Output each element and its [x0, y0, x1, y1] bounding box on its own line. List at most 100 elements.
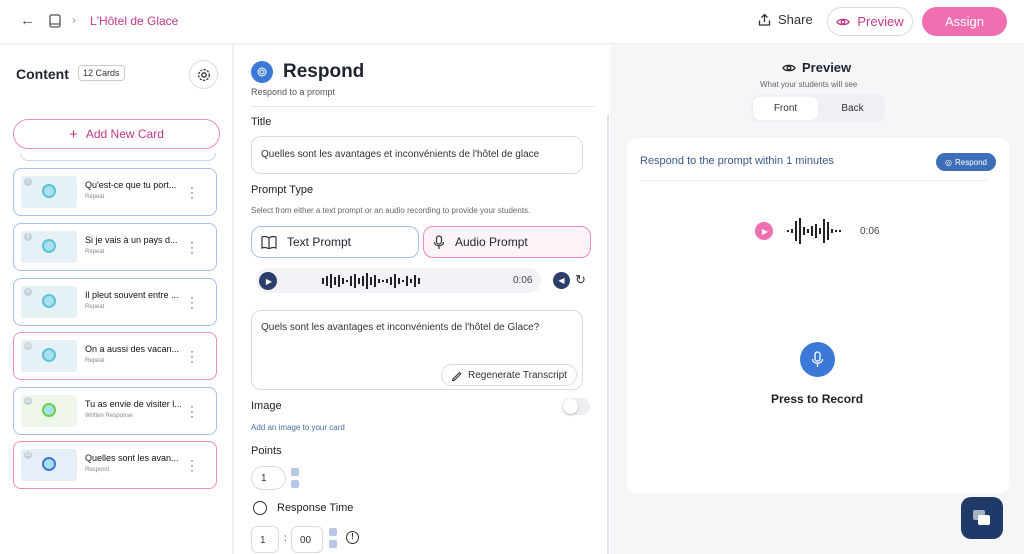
waveform-bar	[811, 226, 813, 236]
points-label: Points	[251, 445, 282, 457]
editor-subheading: Respond to a prompt	[251, 87, 336, 97]
seconds-increment[interactable]	[329, 528, 337, 536]
microphone-icon	[433, 234, 445, 249]
content-card[interactable]: 9 Il pleut souvent entre ... Repeat · · ·	[13, 278, 217, 326]
eye-icon	[836, 18, 851, 25]
share-icon	[758, 13, 771, 26]
minutes-input[interactable]: 1	[251, 526, 279, 553]
waveform-bar	[402, 280, 404, 282]
points-input[interactable]: 1	[251, 466, 286, 490]
eye-icon	[782, 64, 796, 71]
card-number: 8	[24, 233, 32, 241]
card-type-icon	[42, 457, 56, 471]
card-thumbnail: 9	[21, 286, 77, 318]
waveform-bar	[795, 221, 797, 241]
settings-button[interactable]	[189, 60, 218, 89]
content-card[interactable]: 7 Qu'est-ce que tu port... Repeat · · ·	[13, 168, 217, 216]
kebab-menu-icon[interactable]: · · ·	[190, 236, 194, 258]
card-number: 12	[24, 451, 32, 459]
share-label: Share	[778, 12, 813, 27]
respond-badge-label: Respond	[954, 157, 987, 167]
waveform-bar	[358, 278, 360, 284]
card-title: Si je vais à un pays d...	[85, 235, 178, 245]
refresh-icon[interactable]: ↻	[575, 272, 586, 288]
chevron-right-icon: ›	[72, 13, 76, 27]
kebab-menu-icon[interactable]: · · ·	[190, 291, 194, 313]
kebab-menu-icon[interactable]: · · ·	[190, 454, 194, 476]
info-icon[interactable]: !	[346, 531, 359, 544]
seconds-decrement[interactable]	[329, 540, 337, 548]
content-card[interactable]: 12 Quelles sont les avan... Respond · · ·	[13, 441, 217, 489]
points-decrement[interactable]	[291, 480, 299, 488]
respond-badge: ◎ Respond	[936, 153, 996, 171]
volume-button[interactable]: ◀	[553, 272, 570, 289]
text-prompt-option[interactable]: Text Prompt	[251, 226, 419, 258]
preview-label: Preview	[857, 14, 904, 29]
waveform-bar	[330, 274, 332, 288]
front-back-toggle: Front Back	[751, 95, 885, 122]
arrow-left-icon[interactable]: ←	[20, 12, 35, 29]
play-button[interactable]: ▶	[259, 272, 277, 290]
card-title: Quelles sont les avan...	[85, 453, 179, 463]
card-number: 7	[24, 178, 32, 186]
editor-scrollbar[interactable]	[607, 114, 609, 554]
waveform-bar	[819, 228, 821, 234]
waveform-bar	[414, 275, 416, 287]
top-bar: ← › L'Hôtel de Glace Share Preview Assig…	[0, 0, 1024, 44]
audio-prompt-label: Audio Prompt	[455, 235, 528, 249]
share-button[interactable]: Share	[758, 12, 813, 27]
divider	[640, 180, 988, 181]
add-image-link[interactable]: Add an image to your card	[251, 423, 345, 432]
card-number: 11	[24, 397, 32, 405]
breadcrumb[interactable]: L'Hôtel de Glace	[90, 14, 178, 28]
record-button[interactable]	[800, 342, 835, 377]
preview-prompt-text: Respond to the prompt within 1 minutes	[640, 155, 834, 167]
waveform-bar	[807, 229, 809, 233]
card-title: Tu as envie de visiter l...	[85, 399, 182, 409]
chat-icon	[973, 510, 990, 525]
card-stub	[20, 153, 216, 161]
fingerprint-icon	[257, 67, 267, 77]
back-tab[interactable]: Back	[820, 95, 885, 122]
title-input[interactable]: Quelles sont les avantages et inconvénie…	[251, 136, 583, 174]
play-icon: ▶	[761, 226, 769, 236]
waveform-bar	[410, 279, 412, 283]
card-thumbnail: 11	[21, 395, 77, 427]
waveform-bar	[366, 273, 368, 289]
waveform-bar	[827, 222, 829, 240]
waveform-bar	[406, 276, 408, 286]
waveform-bar	[791, 229, 793, 233]
kebab-menu-icon[interactable]: · · ·	[190, 400, 194, 422]
image-toggle[interactable]	[562, 398, 590, 415]
waveform-bar	[787, 230, 789, 232]
waveform-bar	[322, 278, 324, 284]
card-type-icon	[42, 348, 56, 362]
fingerprint-icon: ◎	[944, 157, 952, 167]
time-separator: :	[284, 533, 287, 544]
chat-button[interactable]	[961, 497, 1003, 539]
card-title: Il pleut souvent entre ...	[85, 290, 179, 300]
pencil-icon	[451, 371, 462, 381]
assign-button[interactable]: Assign	[922, 7, 1007, 36]
audio-duration: 0:06	[513, 275, 533, 286]
add-new-card-button[interactable]: + Add New Card	[13, 119, 220, 149]
audio-prompt-option[interactable]: Audio Prompt	[423, 226, 591, 258]
waveform-bar	[394, 274, 396, 288]
content-card[interactable]: 8 Si je vais à un pays d... Repeat · · ·	[13, 223, 217, 271]
points-increment[interactable]	[291, 468, 299, 476]
kebab-menu-icon[interactable]: · · ·	[190, 345, 194, 367]
kebab-menu-icon[interactable]: · · ·	[190, 181, 194, 203]
card-type-icon	[42, 239, 56, 253]
seconds-input[interactable]: 00	[291, 526, 323, 553]
content-card[interactable]: 10 On a aussi des vacan... Repeat · · ·	[13, 332, 217, 380]
preview-play-button[interactable]: ▶	[755, 222, 773, 240]
regenerate-transcript-button[interactable]: Regenerate Transcript	[441, 364, 577, 386]
book-icon[interactable]	[49, 14, 61, 28]
preview-heading-label: Preview	[802, 60, 852, 75]
editor-panel	[234, 45, 610, 554]
content-card[interactable]: 11 Tu as envie de visiter l... Written R…	[13, 387, 217, 435]
card-title: On a aussi des vacan...	[85, 344, 180, 354]
waveform-bar	[342, 278, 344, 284]
front-tab[interactable]: Front	[753, 97, 818, 120]
preview-button[interactable]: Preview	[827, 7, 913, 36]
